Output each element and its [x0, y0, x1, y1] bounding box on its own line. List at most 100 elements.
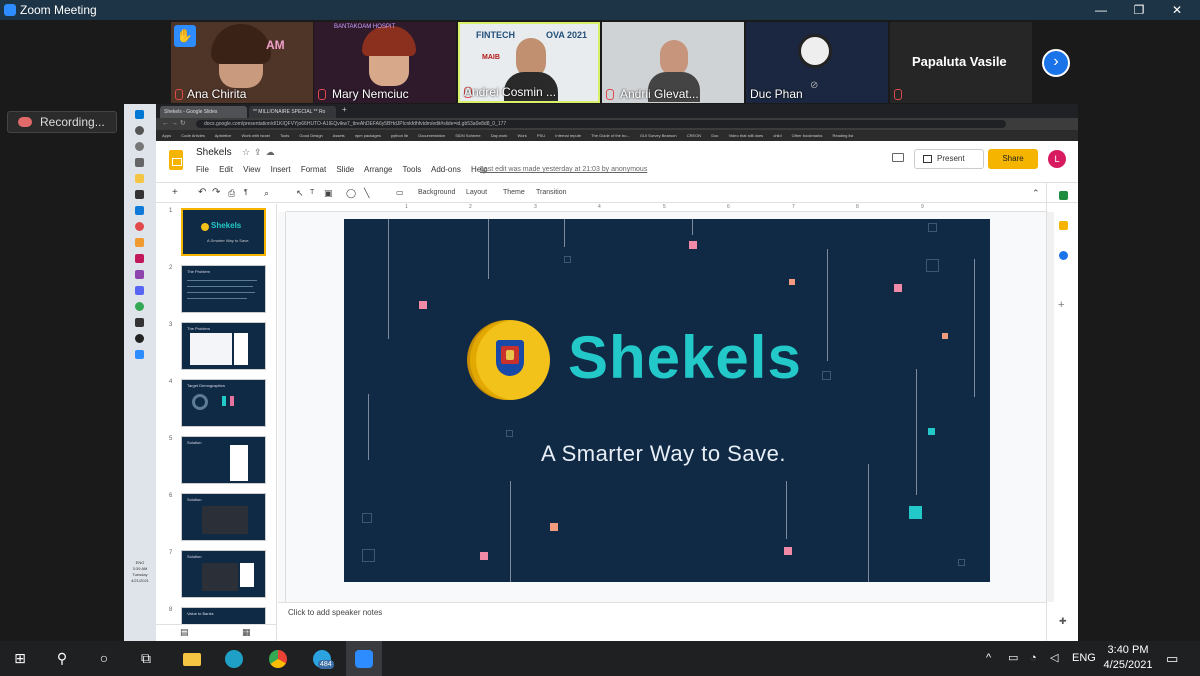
- filmstrip-view-button[interactable]: ▤: [180, 627, 189, 638]
- app-icon[interactable]: [135, 238, 144, 247]
- menu-edit[interactable]: Edit: [219, 165, 233, 174]
- participant-tile[interactable]: BANTAKOAM HOSPIT Mary Nemciuc: [314, 22, 456, 103]
- close-button[interactable]: ✕: [1162, 2, 1192, 18]
- menu-file[interactable]: File: [196, 165, 209, 174]
- speaker-notes[interactable]: Click to add speaker notes: [278, 602, 1046, 641]
- text-box-tool[interactable]: T: [310, 183, 314, 203]
- bookmark[interactable]: Other bookmarks: [792, 133, 823, 138]
- chrome-icon[interactable]: [135, 222, 144, 231]
- bookmark[interactable]: child: [773, 133, 781, 138]
- menu-addons[interactable]: Add-ons: [431, 165, 461, 174]
- slide-thumbnail[interactable]: Shekels A Smarter Way to Save.: [181, 208, 266, 256]
- browser-tab-youtube[interactable]: ** MILLIONAIRE SPECIAL ** Ro: [249, 106, 336, 118]
- store-icon[interactable]: [135, 190, 144, 199]
- explore-button[interactable]: ✚: [1059, 616, 1067, 627]
- cortana-icon[interactable]: [135, 142, 144, 151]
- address-bar[interactable]: docs.google.com/presentation/d/1KIQFVYjo…: [196, 120, 1006, 128]
- bookmark[interactable]: Work: [518, 133, 527, 138]
- bookmark[interactable]: Reading list: [832, 133, 853, 138]
- bookmark[interactable]: Assets: [333, 133, 345, 138]
- grid-view-button[interactable]: ▦: [242, 627, 251, 638]
- theme-button[interactable]: Theme: [503, 183, 525, 203]
- last-edit-link[interactable]: Last edit was made yesterday at 21:03 by…: [480, 166, 647, 173]
- bookmark[interactable]: Video that still does: [729, 133, 764, 138]
- bookmark[interactable]: GUI Survey Bearson: [640, 133, 677, 138]
- windows-start-button[interactable]: ⊞: [2, 641, 38, 676]
- bookmark[interactable]: Code Articles: [181, 133, 205, 138]
- google-slides-logo-icon[interactable]: [169, 150, 183, 170]
- print-button[interactable]: ⎙: [228, 183, 235, 203]
- comment-history-icon[interactable]: [892, 153, 904, 162]
- discord-icon[interactable]: [135, 286, 144, 295]
- presentation-title[interactable]: Shekels: [196, 147, 232, 158]
- tasks-icon[interactable]: [1059, 251, 1068, 260]
- menu-slide[interactable]: Slide: [336, 165, 354, 174]
- menu-tools[interactable]: Tools: [403, 165, 422, 174]
- select-tool[interactable]: ↖: [296, 183, 304, 203]
- browser-tab-slides[interactable]: Shekels - Google Slides: [160, 106, 247, 118]
- mail-icon[interactable]: [135, 206, 144, 215]
- search-button[interactable]: ⚲: [44, 641, 80, 676]
- undo-button[interactable]: ↶: [198, 183, 206, 203]
- participant-tile[interactable]: ⊘ Duc Phan: [746, 22, 888, 103]
- edge-taskbar-icon[interactable]: [216, 641, 252, 676]
- new-tab-button[interactable]: +: [342, 105, 347, 114]
- image-tool[interactable]: ▣: [324, 183, 333, 203]
- bookmark[interactable]: PSU: [537, 133, 545, 138]
- task-view-icon[interactable]: [135, 158, 144, 167]
- layout-button[interactable]: Layout: [466, 183, 487, 203]
- comment-button[interactable]: ▭: [396, 183, 404, 203]
- bookmark[interactable]: Aptstrtive: [215, 133, 232, 138]
- keep-icon[interactable]: [1059, 221, 1068, 230]
- current-slide[interactable]: Shekels A Smarter Way to Save.: [344, 219, 990, 582]
- bookmark[interactable]: Day work: [491, 133, 508, 138]
- bookmark[interactable]: The Guide of the bu...: [591, 133, 630, 138]
- zoom-button[interactable]: ⌕: [264, 183, 269, 203]
- bookmark[interactable]: Tools: [280, 133, 289, 138]
- wifi-icon[interactable]: ◔: [1030, 641, 1037, 676]
- slide-thumbnail[interactable]: Solution: [181, 436, 266, 484]
- show-hidden-icons-button[interactable]: ^: [986, 641, 991, 676]
- chrome-icon[interactable]: [135, 302, 144, 311]
- star-icon[interactable]: ☆: [242, 147, 254, 157]
- redo-button[interactable]: ↷: [212, 183, 220, 203]
- menu-insert[interactable]: Insert: [271, 165, 291, 174]
- participant-tile-active-speaker[interactable]: FINTECH OVA 2021 MAIB Andrei Cosmin ...: [458, 22, 600, 103]
- slide-thumbnail[interactable]: Target Demographics: [181, 379, 266, 427]
- participant-tile[interactable]: Andrii Glevat...: [602, 22, 744, 103]
- calendar-icon[interactable]: [1059, 191, 1068, 200]
- bookmark[interactable]: SIDN Scheme: [455, 133, 480, 138]
- new-slide-button[interactable]: +: [172, 183, 178, 203]
- add-ons-plus-icon[interactable]: +: [1058, 299, 1064, 311]
- slide-thumbnail[interactable]: Solution: [181, 550, 266, 598]
- app-icon[interactable]: [135, 254, 144, 263]
- minimize-button[interactable]: —: [1086, 2, 1116, 18]
- move-icon[interactable]: ⇪: [254, 147, 266, 157]
- back-forward-icon[interactable]: ← → ↻: [162, 119, 186, 127]
- next-page-button[interactable]: ›: [1042, 49, 1070, 77]
- cortana-button[interactable]: ○: [86, 641, 122, 676]
- windows-start-icon[interactable]: [135, 110, 144, 119]
- menu-view[interactable]: View: [243, 165, 260, 174]
- line-tool[interactable]: ╲: [364, 183, 369, 203]
- bookmark[interactable]: Good Design: [299, 133, 322, 138]
- app-icon[interactable]: [135, 270, 144, 279]
- bookmark[interactable]: python lib: [391, 133, 408, 138]
- slide-thumbnail[interactable]: The Problem: [181, 265, 266, 313]
- menu-arrange[interactable]: Arrange: [364, 165, 392, 174]
- search-icon[interactable]: [135, 126, 144, 135]
- volume-icon[interactable]: ◁: [1050, 641, 1058, 676]
- transition-button[interactable]: Transition: [536, 183, 566, 203]
- participant-tile[interactable]: Papaluta Vasile: [890, 22, 1032, 103]
- bookmark[interactable]: Apps: [162, 133, 171, 138]
- chrome-taskbar-icon[interactable]: [260, 641, 296, 676]
- background-button[interactable]: Background: [418, 183, 455, 203]
- menu-format[interactable]: Format: [301, 165, 326, 174]
- notifications-button[interactable]: ▭: [1166, 641, 1178, 676]
- bookmark[interactable]: Doc: [711, 133, 718, 138]
- participant-tile[interactable]: ✋ AM Ana Chirita: [171, 22, 313, 103]
- restore-button[interactable]: ❐: [1124, 2, 1154, 18]
- zoom-taskbar-icon[interactable]: [346, 641, 382, 676]
- slide-thumbnail[interactable]: Solution: [181, 493, 266, 541]
- bookmark[interactable]: CREON: [687, 133, 701, 138]
